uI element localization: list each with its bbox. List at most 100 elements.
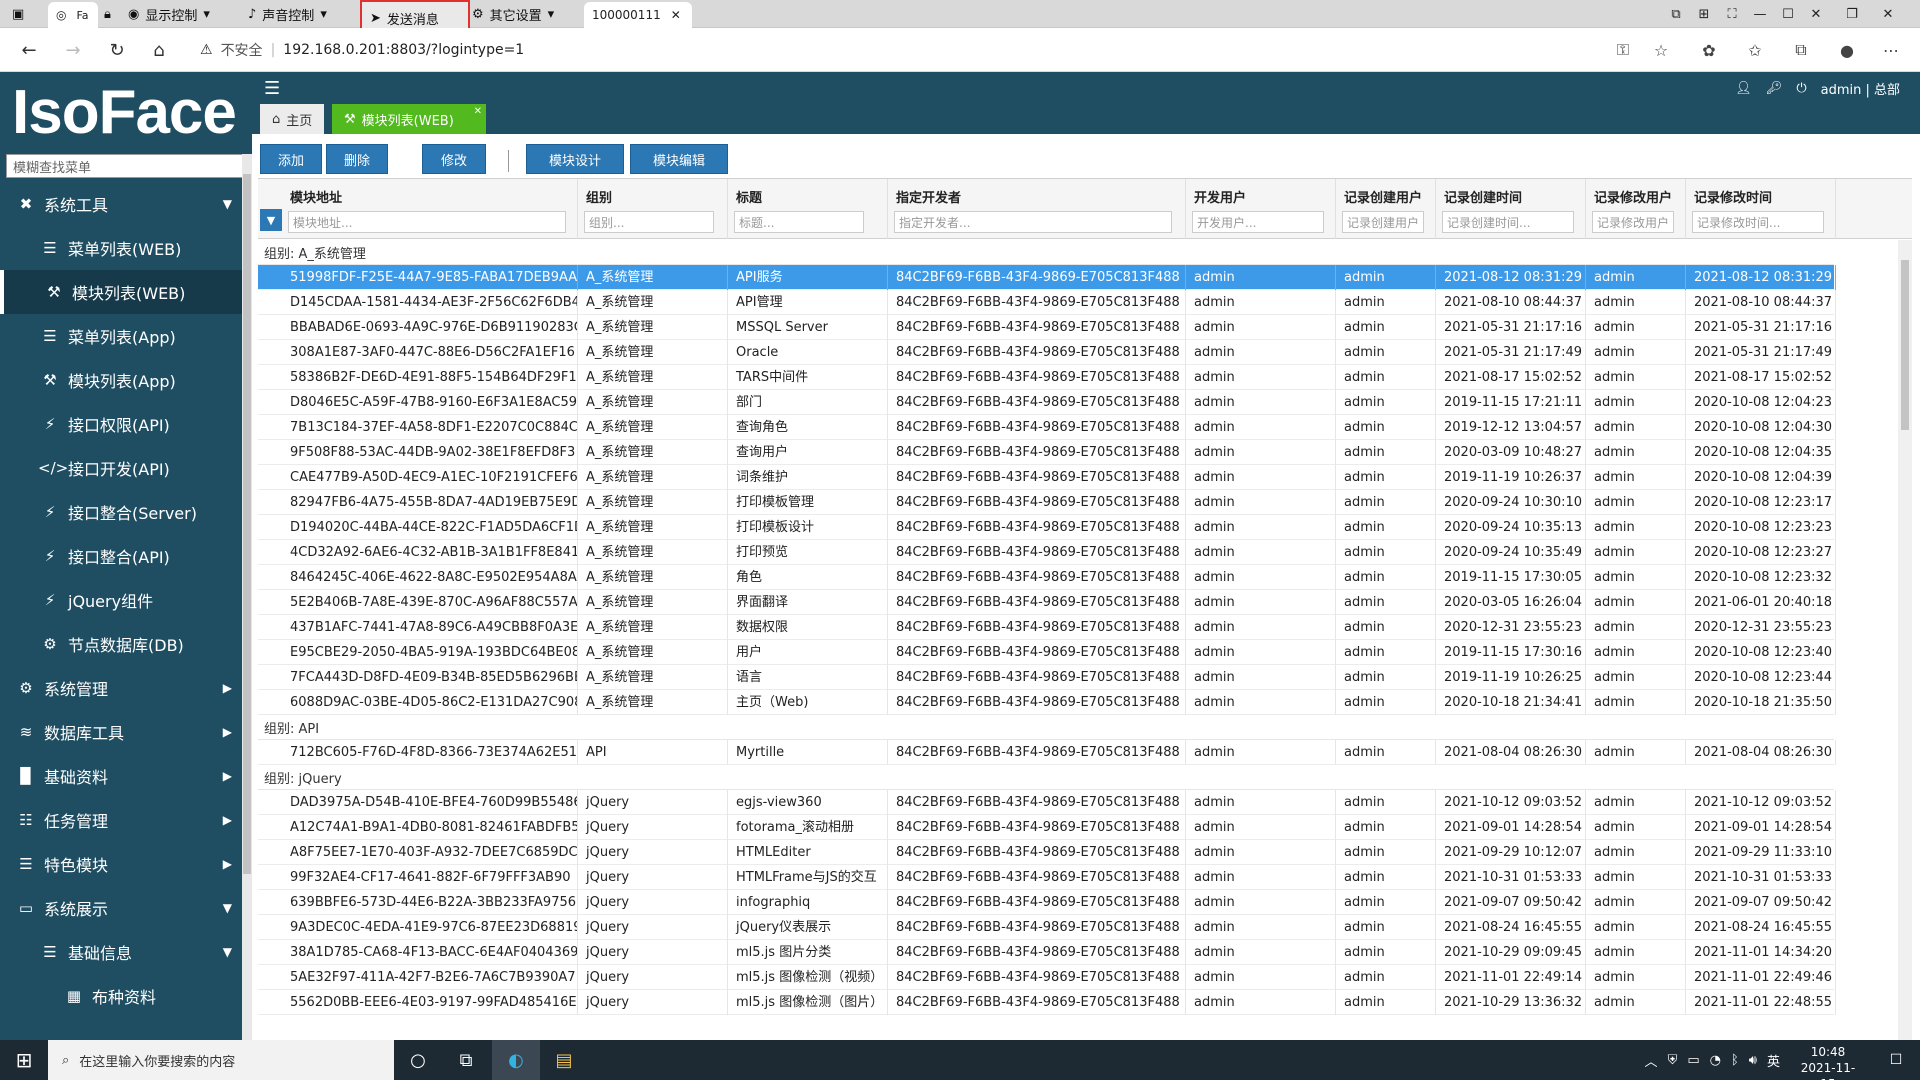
sidebar-item[interactable]: ▉ 基础资料 ▶ — [0, 754, 252, 798]
column-filter-input[interactable]: 指定开发者... — [894, 211, 1172, 233]
menu-other-settings[interactable]: ⚙ 其它设置 ▾ — [472, 0, 554, 28]
user-label[interactable]: admin | 总部 — [1821, 79, 1900, 98]
column-header[interactable]: 记录修改用户 记录修改用户 — [1586, 179, 1686, 239]
user-icon[interactable]: 👤︎ — [1735, 81, 1752, 96]
table-row[interactable]: 82947FB6-4A75-455B-8DA7-4AD19EB75E9D A_系统… — [258, 490, 1836, 515]
back-icon[interactable]: ← — [14, 36, 44, 64]
minimize-icon[interactable]: — — [1746, 0, 1774, 28]
menu-sound-control[interactable]: ♪ 声音控制 ▾ — [248, 0, 327, 28]
table-row[interactable]: 308A1E87-3AF0-447C-88E6-D56C2FA1EF16 A_系统… — [258, 340, 1836, 365]
close-window-icon[interactable]: ✕ — [1802, 0, 1830, 28]
favorites-icon[interactable]: ✩ — [1740, 36, 1770, 64]
close-icon[interactable]: ✕ — [671, 8, 681, 22]
sidebar-item[interactable]: ✖ 系统工具 ▼ — [0, 182, 252, 226]
key-icon[interactable]: ⚿ — [1608, 36, 1638, 64]
column-header[interactable]: 指定开发者 指定开发者... — [888, 179, 1186, 239]
module-design-button[interactable]: 模块设计 — [526, 144, 624, 174]
group-header[interactable]: 组别: A_系统管理 — [258, 240, 1834, 265]
favorite-add-icon[interactable]: ☆ — [1646, 36, 1676, 64]
volume-icon[interactable]: 🔊︎ — [1749, 1053, 1757, 1068]
lock-icon[interactable]: 🔒︎ — [104, 0, 111, 28]
scrollbar-thumb[interactable] — [1901, 260, 1909, 430]
forward-icon[interactable]: → — [58, 36, 88, 64]
table-row[interactable]: A8F75EE7-1E70-403F-A932-7DEE7C6859DC jQue… — [258, 840, 1836, 865]
table-row[interactable]: 7FCA443D-D8FD-4E09-B34B-85ED5B6296BE A_系统… — [258, 665, 1836, 690]
column-header[interactable]: 开发用户 开发用户... — [1186, 179, 1336, 239]
table-row[interactable]: 639BBFE6-573D-44E6-B22A-3BB233FA9756 jQue… — [258, 890, 1836, 915]
chevron-up-icon[interactable]: ︿ — [1645, 1051, 1658, 1070]
chevron-right-icon[interactable]: ▶ — [223, 769, 232, 783]
table-row[interactable]: 6088D9AC-03BE-4D05-86C2-E131DA27C908 A_系统… — [258, 690, 1836, 715]
chevron-down-icon[interactable]: ▼ — [223, 197, 232, 211]
column-filter-input[interactable]: 记录创建时间... — [1442, 211, 1574, 233]
sidebar-item[interactable]: ⚙ 系统管理 ▶ — [0, 666, 252, 710]
close-browser-icon[interactable]: ✕ — [1874, 0, 1902, 28]
table-row[interactable]: 5AE32F97-411A-42F7-B2E6-7A6C7B9390A7 jQue… — [258, 965, 1836, 990]
table-row[interactable]: 437B1AFC-7441-47A8-89C6-A49CBB8F0A3E A_系统… — [258, 615, 1836, 640]
sidebar-item[interactable]: ☰ 菜单列表(WEB) — [0, 226, 252, 270]
sidebar-item[interactable]: ☰ 特色模块 ▶ — [0, 842, 252, 886]
menu-toggle-icon[interactable]: ☰ — [264, 78, 280, 99]
restore-icon[interactable]: ❐ — [1838, 0, 1866, 28]
filter-icon[interactable]: ▼ — [260, 209, 282, 231]
column-filter-input[interactable]: 记录修改用户 — [1592, 211, 1674, 233]
bluetooth-icon[interactable]: ᛒ — [1731, 1053, 1739, 1068]
table-row[interactable]: D145CDAA-1581-4434-AE3F-2F56C62F6DB4 A_系统… — [258, 290, 1836, 315]
wifi-icon[interactable]: ◔ — [1710, 1053, 1721, 1068]
menu-search-input[interactable]: 模糊查找菜单 — [6, 154, 252, 178]
sidebar-item[interactable]: ⚒ 模块列表(App) — [0, 358, 252, 402]
table-row[interactable]: BBABAD6E-0693-4A9C-976E-D6B91190283C A_系统… — [258, 315, 1836, 340]
table-row[interactable]: 99F32AE4-CF17-4641-882F-6F79FFF3AB90 jQue… — [258, 865, 1836, 890]
table-row[interactable]: DAD3975A-D54B-410E-BFE4-760D99B55486 jQue… — [258, 790, 1836, 815]
scrollbar-thumb[interactable] — [243, 174, 251, 874]
column-filter-input[interactable]: 模块地址... — [288, 211, 566, 233]
delete-button[interactable]: 删除 — [326, 144, 388, 174]
close-icon[interactable]: ✕ — [474, 106, 482, 117]
tab-home[interactable]: ⌂ 主页 — [260, 104, 325, 134]
table-row[interactable]: CAE477B9-A50D-4EC9-A1EC-10F2191CFEF6 A_系统… — [258, 465, 1836, 490]
column-header[interactable]: 记录创建用户 记录创建用户 — [1336, 179, 1436, 239]
sidebar-item[interactable]: ▦客户资料 — [0, 1018, 252, 1022]
chevron-right-icon[interactable]: ▶ — [223, 725, 232, 739]
refresh-icon[interactable]: ↻ — [102, 36, 132, 64]
sidebar-scrollbar[interactable] — [242, 154, 252, 1040]
grid-scrollbar[interactable] — [1898, 240, 1912, 1040]
more-icon[interactable]: ⋯ — [1876, 36, 1906, 64]
column-filter-input[interactable]: 开发用户... — [1192, 211, 1324, 233]
window-icon[interactable]: ▣ — [12, 0, 24, 28]
url-field[interactable]: ⚠ 不安全 | 192.168.0.201:8803/?logintype=1 — [200, 36, 1760, 64]
notification-icon[interactable]: ☐ — [1872, 1040, 1920, 1080]
fullscreen-icon[interactable]: ⛶ — [1718, 0, 1746, 28]
column-header[interactable]: 标题 标题... — [728, 179, 888, 239]
table-row[interactable]: 5562D0BB-EEE6-4E03-9197-99FAD485416E jQue… — [258, 990, 1836, 1015]
column-filter-input[interactable]: 记录创建用户 — [1342, 211, 1424, 233]
browser-tab-2[interactable]: 100000111 ✕ — [584, 2, 692, 28]
column-header[interactable]: 组别 组别... — [578, 179, 728, 239]
table-row[interactable]: 712BC605-F76D-4F8D-8366-73E374A62E51 API M… — [258, 740, 1836, 765]
ime-indicator[interactable]: 英 — [1767, 1051, 1780, 1070]
sidebar-item[interactable]: ⚒ 模块列表(WEB) — [0, 270, 252, 314]
power-icon[interactable]: ⏻ — [1796, 81, 1806, 96]
column-filter-input[interactable]: 标题... — [734, 211, 864, 233]
table-row[interactable]: 51998FDF-F25E-44A7-9E85-FABA17DEB9AA A_系统… — [258, 265, 1836, 290]
network-icon[interactable]: ▭ — [1687, 1053, 1699, 1068]
cortana-icon[interactable]: ○ — [394, 1040, 442, 1080]
column-header[interactable]: 记录修改时间 记录修改时间... — [1686, 179, 1836, 239]
maximize-icon[interactable]: ☐ — [1774, 0, 1802, 28]
group-header[interactable]: 组别: API — [258, 715, 1834, 740]
sidebar-item[interactable]: </> 接口开发(API) — [0, 446, 252, 490]
task-view-icon[interactable]: ⧉ — [442, 1040, 490, 1080]
table-row[interactable]: 5E2B406B-7A8E-439E-870C-A96AF88C557A A_系统… — [258, 590, 1836, 615]
chevron-right-icon[interactable]: ▶ — [223, 681, 232, 695]
collections-icon[interactable]: ⧉ — [1786, 36, 1816, 64]
tab-module-list-web[interactable]: ⚒ 模块列表(WEB) ✕ — [332, 104, 486, 134]
sidebar-item[interactable]: ⚙ 节点数据库(DB) — [0, 622, 252, 666]
menu-display-control[interactable]: ◉ 显示控制 ▾ — [128, 0, 210, 28]
profile-icon[interactable]: ● — [1832, 36, 1862, 64]
table-row[interactable]: D8046E5C-A59F-47B8-9160-E6F3A1E8AC59 A_系统… — [258, 390, 1836, 415]
chevron-right-icon[interactable]: ▶ — [223, 813, 232, 827]
sidebar-item[interactable]: ☰ 基础信息 ▼ — [0, 930, 252, 974]
module-edit-button[interactable]: 模块编辑 — [630, 144, 728, 174]
add-button[interactable]: 添加 — [260, 144, 322, 174]
sidebar-item[interactable]: ⚡ jQuery组件 — [0, 578, 252, 622]
